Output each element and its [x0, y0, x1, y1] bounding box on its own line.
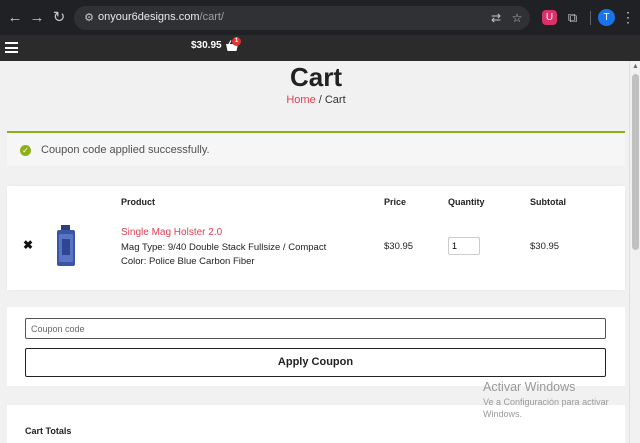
product-thumbnail[interactable] — [53, 225, 79, 267]
scroll-thumb[interactable] — [632, 74, 639, 250]
translate-icon[interactable]: ⇄ — [488, 10, 504, 26]
cart-totals-title: Cart Totals — [25, 426, 72, 436]
scroll-up-arrow-icon[interactable]: ▲ — [632, 63, 639, 70]
header-subtotal: Subtotal — [530, 197, 566, 207]
toolbar-divider — [590, 11, 591, 25]
menu-kebab-icon[interactable]: ⋮ — [621, 9, 635, 26]
coupon-section: Apply Coupon — [7, 307, 625, 386]
remove-item-icon[interactable]: ✖ — [23, 238, 33, 252]
url-text[interactable]: onyour6designs.com/cart/ — [98, 11, 224, 23]
cart-count-badge: 1 — [232, 37, 241, 46]
forward-icon[interactable]: → — [27, 8, 47, 28]
header-cart-total[interactable]: $30.95 — [191, 40, 222, 51]
breadcrumb-separator: / — [315, 94, 325, 106]
header-quantity: Quantity — [448, 197, 485, 207]
site-header: $30.95 1 — [0, 35, 640, 61]
quantity-input[interactable] — [448, 237, 480, 255]
product-mag-type: Mag Type: 9/40 Double Stack Fullsize / C… — [121, 242, 327, 253]
address-bar[interactable]: ⚙ onyour6designs.com/cart/ ⇄ ☆ — [74, 6, 530, 30]
breadcrumb: Home / Cart — [0, 94, 632, 106]
coupon-code-input[interactable] — [25, 318, 606, 339]
cart-totals-section: Cart Totals — [7, 405, 625, 443]
url-domain: onyour6designs.com — [98, 11, 200, 23]
product-variation: Mag Type: 9/40 Double Stack Fullsize / C… — [121, 241, 326, 268]
notice-message: Coupon code applied successfully. — [41, 144, 210, 156]
back-icon[interactable]: ← — [5, 8, 25, 28]
cart-table: Product Price Quantity Subtotal ✖ Single… — [7, 186, 625, 290]
browser-toolbar: ← → ↻ ⚙ onyour6designs.com/cart/ ⇄ ☆ U ⧉… — [0, 0, 640, 35]
hamburger-menu-icon[interactable] — [5, 42, 18, 53]
url-path: /cart/ — [199, 11, 224, 23]
check-circle-icon: ✓ — [20, 145, 31, 156]
success-notice: ✓ Coupon code applied successfully. — [7, 131, 625, 166]
apply-coupon-button[interactable]: Apply Coupon — [25, 348, 606, 377]
profile-avatar[interactable]: T — [598, 9, 615, 26]
product-color: Color: Police Blue Carbon Fiber — [121, 255, 255, 267]
star-icon[interactable]: ☆ — [509, 10, 525, 26]
header-price: Price — [384, 197, 407, 207]
extensions-icon[interactable]: ⧉ — [565, 10, 580, 25]
breadcrumb-home-link[interactable]: Home — [286, 94, 315, 106]
reload-icon[interactable]: ↻ — [49, 8, 69, 28]
product-name-link[interactable]: Single Mag Holster 2.0 — [121, 227, 222, 238]
extension-icon[interactable]: U — [542, 10, 557, 25]
item-subtotal: $30.95 — [530, 241, 560, 252]
breadcrumb-current: Cart — [324, 94, 346, 106]
page-title: Cart — [289, 62, 342, 92]
page-scrollbar[interactable]: ▲ — [629, 61, 640, 443]
tune-icon[interactable]: ⚙ — [82, 11, 96, 25]
item-price: $30.95 — [384, 241, 414, 252]
header-product: Product — [121, 197, 156, 207]
